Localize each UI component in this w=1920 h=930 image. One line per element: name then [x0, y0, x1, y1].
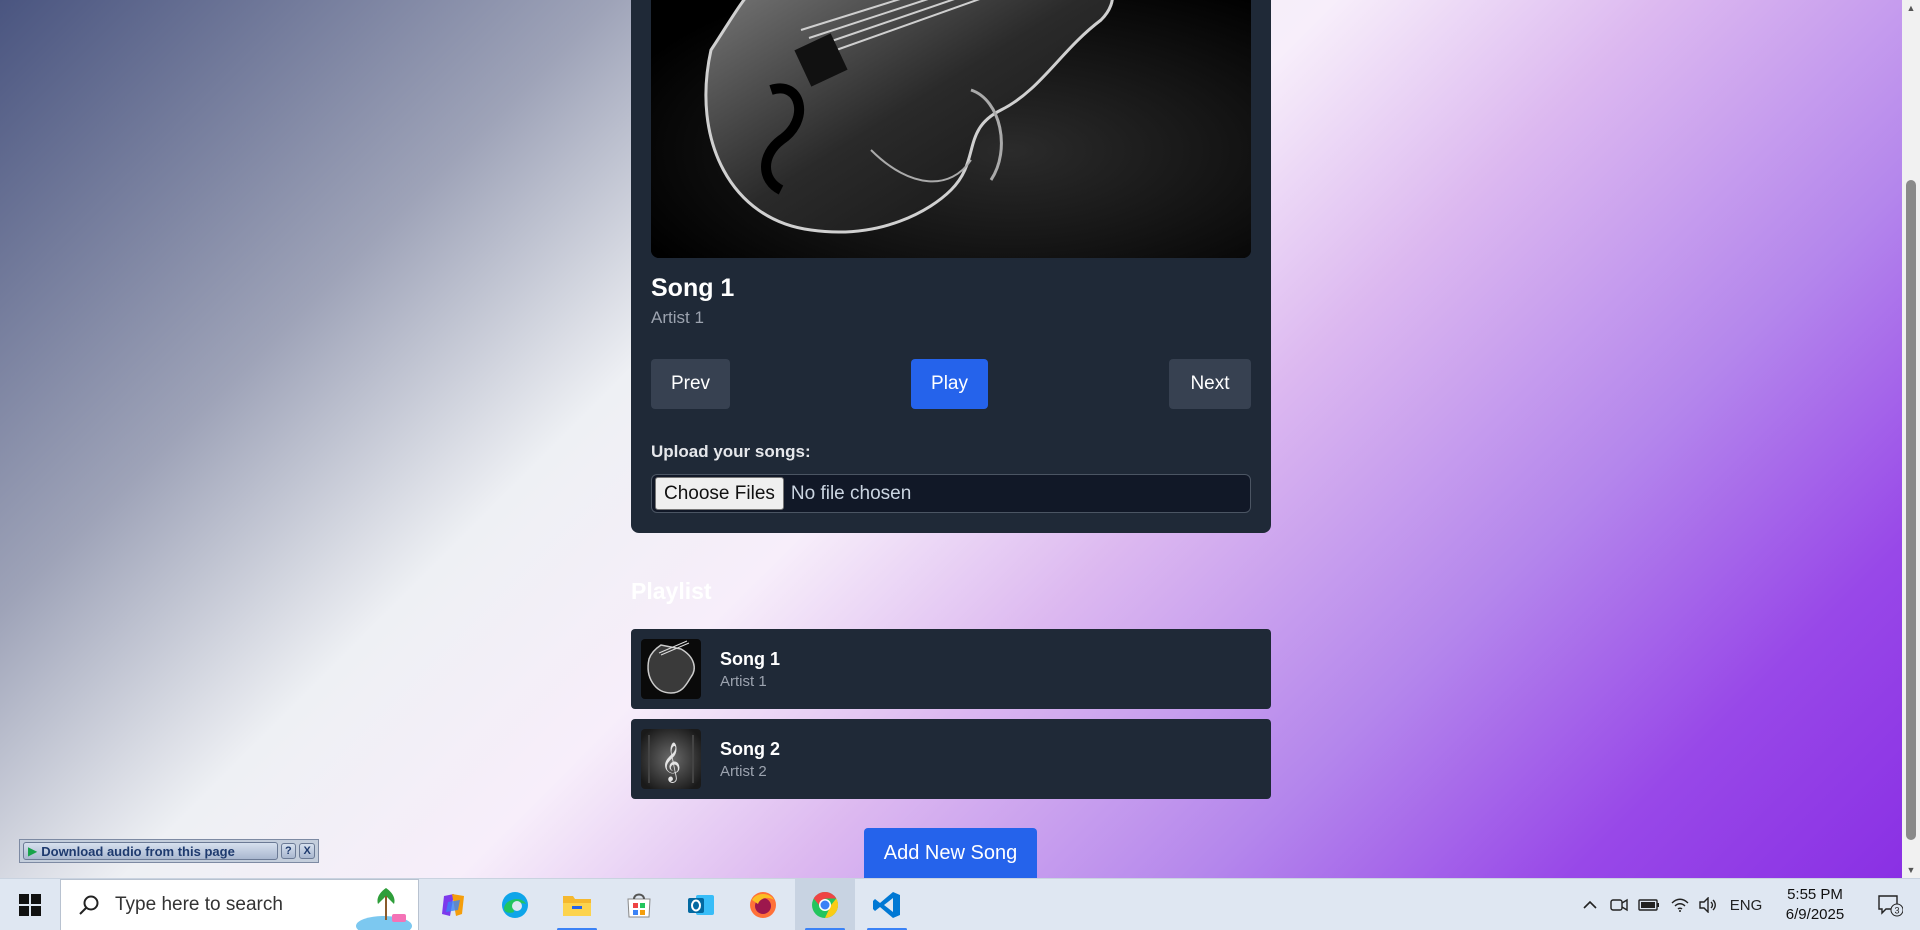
download-audio-button[interactable]: ▶ Download audio from this page	[23, 842, 278, 860]
help-button[interactable]: ?	[280, 843, 297, 859]
file-status-text: No file chosen	[790, 482, 912, 504]
playlist-item-title: Song 2	[720, 739, 781, 759]
add-new-song-button[interactable]: Add New Song	[864, 828, 1037, 878]
clock-time: 5:55 PM	[1787, 886, 1843, 903]
play-button[interactable]: Play	[911, 359, 988, 409]
scroll-thumb[interactable]	[1906, 180, 1916, 840]
store-icon[interactable]	[609, 879, 669, 930]
edge-icon[interactable]	[485, 879, 545, 930]
show-hidden-icons-chevron-icon[interactable]	[1578, 879, 1602, 930]
copilot-icon[interactable]	[423, 879, 483, 930]
playlist-item-artist: Artist 2	[720, 763, 767, 780]
file-upload-input[interactable]: Choose Files No file chosen	[651, 474, 1251, 513]
vertical-scrollbar[interactable]: ▲ ▼	[1902, 0, 1920, 878]
playlist-item-title: Song 1	[720, 649, 781, 669]
taskbar-search-box[interactable]: Type here to search	[60, 879, 419, 930]
wifi-icon[interactable]	[1668, 879, 1692, 930]
meet-now-icon[interactable]	[1607, 879, 1631, 930]
playlist-item-artist: Artist 1	[720, 673, 767, 690]
download-audio-toolbar: ▶ Download audio from this page ? X	[19, 839, 319, 863]
choose-files-button[interactable]: Choose Files	[655, 477, 784, 510]
beach-umbrella-icon	[356, 888, 412, 930]
playlist-item[interactable]: 𝄞 Song 2 Artist 2	[631, 719, 1271, 799]
album-cover-image	[651, 0, 1251, 258]
file-explorer-icon[interactable]	[547, 879, 607, 930]
playlist-heading: Playlist	[631, 578, 712, 604]
outlook-icon[interactable]	[671, 879, 731, 930]
language-indicator[interactable]: ENG	[1726, 879, 1766, 930]
next-button[interactable]: Next	[1169, 359, 1251, 409]
play-icon: ▶	[28, 844, 38, 858]
volume-icon[interactable]	[1696, 879, 1720, 930]
firefox-icon[interactable]	[733, 879, 793, 930]
scroll-down-arrow-icon[interactable]: ▼	[1902, 862, 1920, 878]
taskbar-clock[interactable]: 5:55 PM 6/9/2025	[1770, 885, 1860, 925]
violin-thumbnail	[641, 639, 701, 699]
clock-date: 6/9/2025	[1785, 906, 1845, 923]
vscode-icon[interactable]	[857, 879, 917, 930]
treble-clef-thumbnail: 𝄞	[641, 729, 701, 789]
page-viewport: Song 1 Artist 1 Prev Play Next Upload yo…	[0, 0, 1902, 878]
download-audio-label: Download audio from this page	[41, 843, 235, 859]
scroll-up-arrow-icon[interactable]: ▲	[1902, 0, 1920, 16]
windows-start-icon[interactable]	[0, 879, 60, 930]
prev-button[interactable]: Prev	[651, 359, 730, 409]
search-icon	[79, 895, 99, 915]
search-placeholder: Type here to search	[115, 894, 283, 915]
current-song-artist: Artist 1	[651, 308, 704, 327]
close-button[interactable]: X	[299, 843, 315, 859]
playlist-item[interactable]: Song 1 Artist 1	[631, 629, 1271, 709]
upload-label: Upload your songs:	[651, 442, 811, 461]
current-song-title: Song 1	[651, 274, 735, 302]
windows-taskbar: Type here to search ENG 5:55 PM 6/9/2025…	[0, 878, 1920, 930]
player-card: Song 1 Artist 1 Prev Play Next Upload yo…	[631, 0, 1271, 533]
battery-icon[interactable]	[1636, 879, 1662, 930]
svg-text:𝄞: 𝄞	[661, 742, 681, 783]
chrome-icon[interactable]	[795, 879, 855, 930]
notification-center-icon[interactable]: 3	[1868, 879, 1912, 930]
notification-count: 3	[1894, 906, 1899, 916]
